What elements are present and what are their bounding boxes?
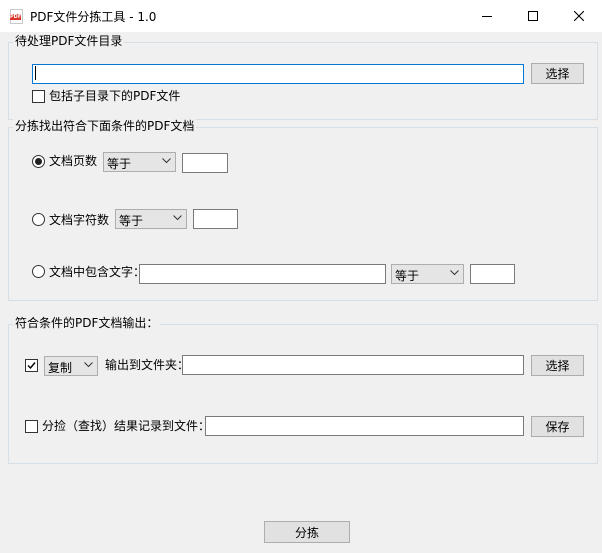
run-sort-button[interactable]: 分拣: [264, 521, 350, 543]
contains-text-operator-value: 等于: [395, 269, 420, 283]
radio-selected-dot: [35, 158, 42, 165]
copy-mode-value: 复制: [48, 361, 73, 375]
save-log-button[interactable]: 保存: [531, 416, 584, 437]
input-directory-group-title: 待处理PDF文件目录: [13, 34, 125, 48]
output-folder-input[interactable]: [182, 355, 524, 375]
page-count-operator-value: 等于: [107, 157, 132, 171]
window-title: PDF文件分拣工具 - 1.0: [30, 10, 157, 24]
page-count-input[interactable]: [182, 153, 228, 173]
copy-mode-select[interactable]: 复制: [44, 356, 98, 376]
contains-text-value-input[interactable]: [470, 264, 515, 284]
char-count-radio[interactable]: [32, 213, 45, 226]
pdf-app-icon: PDF: [10, 9, 23, 24]
close-icon: [574, 11, 584, 21]
log-results-checkbox[interactable]: [25, 420, 38, 433]
contains-text-input[interactable]: [139, 264, 386, 284]
minimize-icon: [482, 16, 492, 17]
output-group-title: 符合条件的PDF文档输出：: [13, 316, 161, 330]
chevron-down-icon: [84, 362, 93, 368]
page-count-label: 文档页数: [49, 154, 98, 168]
text-caret: [35, 66, 36, 80]
maximize-button[interactable]: [510, 0, 556, 32]
select-output-folder-button[interactable]: 选择: [531, 355, 584, 376]
minimize-button[interactable]: [464, 0, 510, 32]
pdf-icon-label: PDF: [10, 14, 22, 20]
chevron-down-icon: [450, 270, 459, 276]
char-count-label: 文档字符数: [49, 213, 110, 227]
filter-criteria-group-title: 分拣找出符合下面条件的PDF文档: [13, 119, 197, 133]
maximize-icon: [528, 11, 538, 21]
log-results-label: 分捡（查找）结果记录到文件：: [42, 419, 211, 433]
output-folder-label: 输出到文件夹：: [105, 358, 190, 372]
output-group: [8, 324, 598, 464]
include-subdirs-checkbox[interactable]: [32, 90, 45, 103]
title-bar: PDF PDF文件分拣工具 - 1.0: [0, 0, 602, 32]
log-file-input[interactable]: [205, 416, 524, 436]
close-button[interactable]: [556, 0, 602, 32]
include-subdirs-label: 包括子目录下的PDF文件: [49, 89, 181, 103]
checkmark-icon: [27, 362, 36, 370]
contains-text-label: 文档中包含文字：: [49, 265, 146, 279]
directory-input[interactable]: [32, 64, 524, 84]
chevron-down-icon: [162, 158, 171, 164]
contains-text-operator-select[interactable]: 等于: [391, 264, 464, 284]
page-count-radio[interactable]: [32, 155, 45, 168]
select-directory-button[interactable]: 选择: [531, 63, 584, 84]
char-count-operator-value: 等于: [119, 214, 144, 228]
page-count-operator-select[interactable]: 等于: [103, 152, 176, 172]
chevron-down-icon: [173, 215, 182, 221]
contains-text-radio[interactable]: [32, 265, 45, 278]
char-count-input[interactable]: [193, 209, 238, 229]
copy-output-checkbox[interactable]: [25, 359, 38, 372]
char-count-operator-select[interactable]: 等于: [115, 209, 187, 229]
